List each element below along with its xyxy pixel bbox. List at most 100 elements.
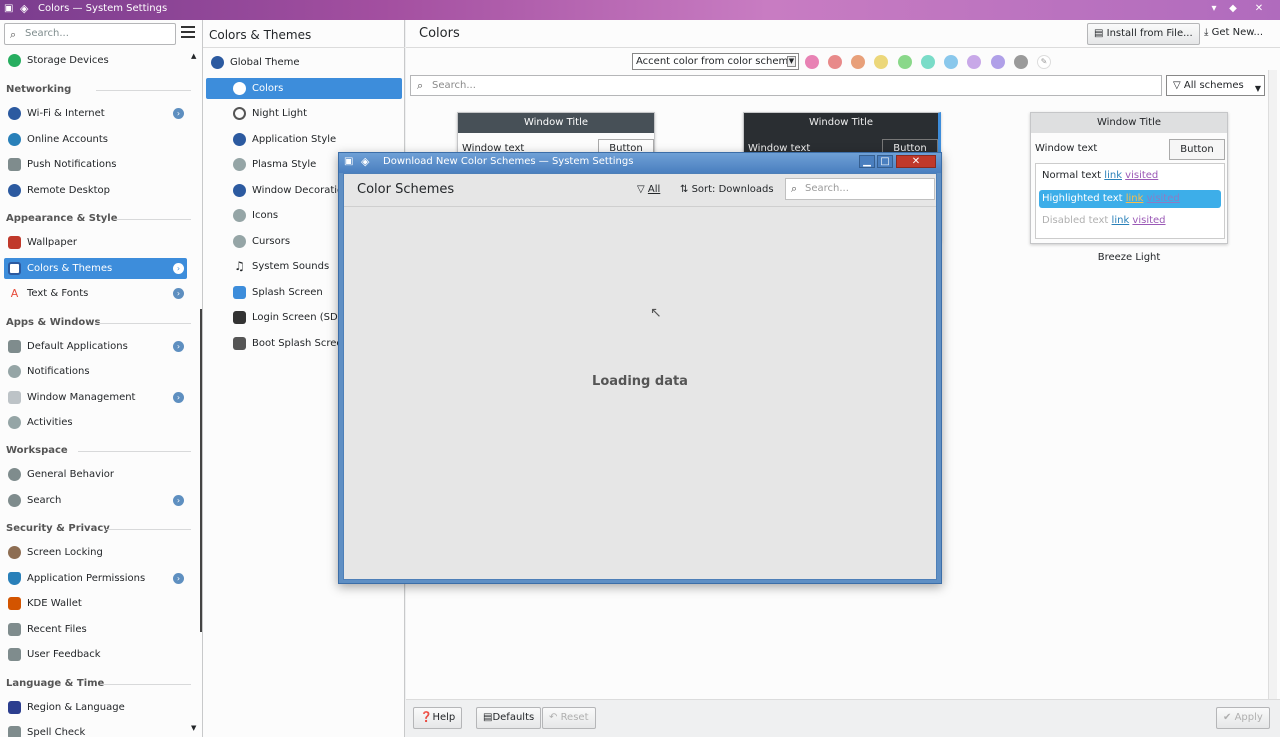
region-language-icon (8, 701, 21, 714)
sidebar-item-text-fonts[interactable]: A Text & Fonts › (4, 283, 187, 304)
app-menu-icon[interactable]: ▣ (4, 3, 13, 14)
plasma-style-icon (233, 158, 246, 171)
scheme-preview-breeze-light[interactable]: Window Title Window text Button Normal t… (1030, 112, 1228, 244)
activities-icon (8, 416, 21, 429)
sidebar-item-remote-desktop[interactable]: Remote Desktop (4, 180, 187, 201)
dialog-maximize-icon[interactable]: □ (877, 155, 893, 168)
arrow-right-icon: › (173, 341, 184, 352)
hamburger-menu-icon[interactable] (181, 26, 195, 38)
scheme-name-label: Breeze Light (1097, 252, 1161, 263)
sidebar-item-push-notifications[interactable]: Push Notifications (4, 154, 187, 175)
filter-icon: ▽ (637, 184, 648, 195)
sort-downloads-button[interactable]: ⇅ Sort: Downloads (680, 184, 774, 195)
search-settings-icon (8, 494, 21, 507)
dialog-close-icon[interactable]: ✕ (896, 155, 936, 168)
maximize-icon[interactable]: ◆ (1224, 2, 1242, 16)
search-icon: ⌕ (791, 182, 798, 195)
sidebar-item-notifications[interactable]: Notifications (4, 361, 187, 382)
window-titlebar: ▣ ◈ Colors — System Settings ▾ ◆ ✕ (0, 0, 1280, 20)
install-from-file-button[interactable]: ▤ Install from File... (1087, 23, 1200, 45)
dialog-body: Color Schemes ▽ All ⇅ Sort: Downloads ⌕ S… (343, 173, 937, 580)
accent-dot-gray[interactable] (1014, 55, 1028, 69)
help-button[interactable]: ❓Help (413, 707, 463, 729)
accent-dot-teal[interactable] (921, 55, 935, 69)
application-style-icon (233, 133, 246, 146)
dialog-app-icon: ◈ (361, 155, 370, 168)
sidebar-item-colors-themes[interactable]: Colors & Themes › (4, 258, 187, 279)
accent-dot-lilac[interactable] (967, 55, 981, 69)
push-notifications-icon (8, 158, 21, 171)
icons-icon (233, 209, 246, 222)
accent-color-combo[interactable]: Accent color from color scheme ▼ (632, 53, 799, 70)
subitem-global-theme[interactable]: Global Theme (206, 52, 402, 73)
night-light-icon (233, 107, 246, 120)
main-scrollbar[interactable] (1268, 70, 1277, 700)
sidebar-item-application-permissions[interactable]: Application Permissions › (4, 568, 187, 589)
sidebar-item-wifi-internet[interactable]: Wi-Fi & Internet › (4, 103, 187, 124)
arrow-right-icon: › (173, 392, 184, 403)
apply-button[interactable]: ✔ Apply (1216, 707, 1270, 729)
undo-icon: ↶ (549, 712, 561, 723)
scroll-down-icon[interactable]: ▼ (191, 724, 196, 732)
sidebar-item-window-management[interactable]: Window Management › (4, 387, 187, 408)
search-icon: ⌕ (10, 28, 17, 41)
sidebar-item-online-accounts[interactable]: Online Accounts (4, 129, 187, 150)
remote-desktop-icon (8, 184, 21, 197)
sidebar-search-input[interactable]: ⌕ Search... (4, 23, 176, 45)
screen-locking-icon (8, 546, 21, 559)
sidebar-item-user-feedback[interactable]: User Feedback (4, 644, 187, 665)
download-color-schemes-dialog: ▣ ◈ Download New Color Schemes — System … (338, 152, 942, 584)
schemes-filter-combo[interactable]: ▽ All schemes ▼ (1166, 75, 1265, 96)
get-new-button[interactable]: ⤓ Get New... (1204, 27, 1263, 38)
sidebar-item-region-language[interactable]: Region & Language (4, 697, 187, 718)
storage-devices-icon (8, 54, 21, 67)
scheme-search-input[interactable]: ⌕ Search... (410, 75, 1162, 96)
sidebar-item-wallpaper[interactable]: Wallpaper (4, 232, 187, 253)
accent-dot-green[interactable] (898, 55, 912, 69)
sidebar-item-recent-files[interactable]: Recent Files (4, 619, 187, 640)
accent-dot-pink[interactable] (805, 55, 819, 69)
sidebar-scrollbar[interactable] (200, 309, 202, 632)
scroll-up-icon[interactable]: ▲ (191, 52, 196, 60)
default-applications-icon (8, 340, 21, 353)
accent-dot-orange[interactable] (851, 55, 865, 69)
minimize-icon[interactable]: ▾ (1205, 2, 1223, 16)
colors-themes-icon (8, 262, 21, 275)
dialog-search-input[interactable]: ⌕ Search... (785, 178, 935, 200)
defaults-button[interactable]: ▤Defaults (476, 707, 542, 729)
general-behavior-icon (8, 468, 21, 481)
arrow-right-icon: › (173, 288, 184, 299)
section-header: Language & Time (6, 678, 191, 689)
download-icon: ⤓ (1204, 27, 1212, 38)
online-accounts-icon (8, 133, 21, 146)
section-header: Apps & Windows (6, 317, 191, 328)
sidebar-item-search[interactable]: Search › (4, 490, 187, 511)
window-management-icon (8, 391, 21, 404)
reset-button[interactable]: ↶ Reset (542, 707, 596, 729)
subitem-colors[interactable]: Colors (206, 78, 402, 99)
filter-all-button[interactable]: ▽ All (637, 184, 660, 195)
checkmark-icon: ✔ (1223, 712, 1235, 723)
sidebar-item-spell-check[interactable]: Spell Check (4, 722, 187, 737)
accent-dot-yellow[interactable] (874, 55, 888, 69)
subitem-application-style[interactable]: Application Style (206, 129, 402, 150)
dialog-minimize-icon[interactable]: ▁ (859, 155, 875, 168)
sidebar-item-screen-locking[interactable]: Screen Locking (4, 542, 187, 563)
wifi-icon (8, 107, 21, 120)
sidebar-item-storage-devices[interactable]: Storage Devices (4, 50, 187, 71)
sidebar-item-activities[interactable]: Activities (4, 412, 187, 433)
dialog-menu-icon[interactable]: ▣ (344, 156, 353, 167)
section-header: Appearance & Style (6, 213, 191, 224)
wallet-icon (8, 597, 21, 610)
notifications-icon (8, 365, 21, 378)
close-icon[interactable]: ✕ (1250, 2, 1268, 16)
subitem-night-light[interactable]: Night Light (206, 103, 402, 124)
sidebar-item-kde-wallet[interactable]: KDE Wallet (4, 593, 187, 614)
accent-dot-red[interactable] (828, 55, 842, 69)
accent-dot-purple[interactable] (991, 55, 1005, 69)
sidebar-item-general-behavior[interactable]: General Behavior (4, 464, 187, 485)
sidebar-item-default-applications[interactable]: Default Applications › (4, 336, 187, 357)
accent-dot-blue[interactable] (944, 55, 958, 69)
wallpaper-icon (8, 236, 21, 249)
custom-color-icon[interactable]: ✎ (1037, 55, 1051, 69)
